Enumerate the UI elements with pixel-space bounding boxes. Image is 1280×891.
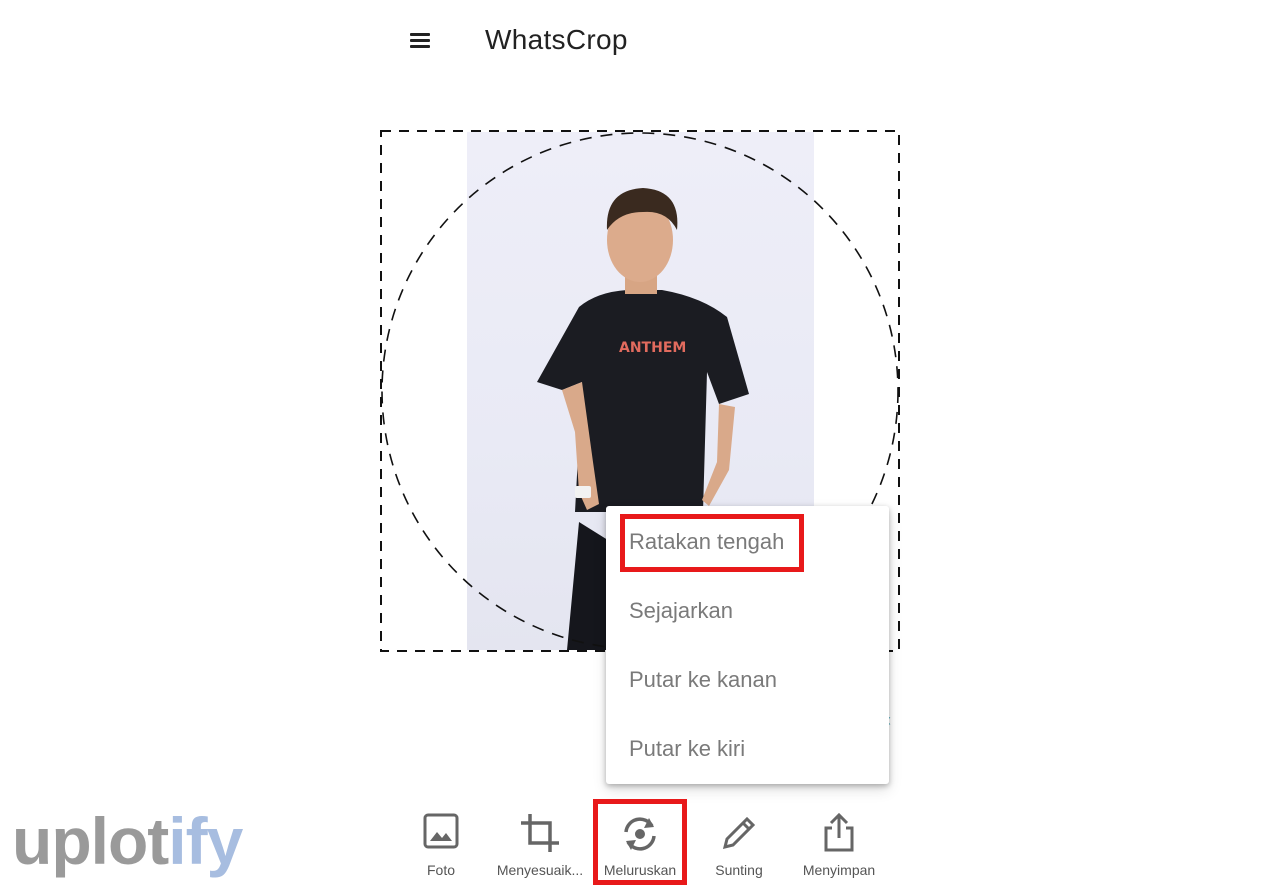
tool-save-button[interactable]: Menyimpan: [789, 806, 889, 886]
menu-item-rotate-right[interactable]: Putar ke kanan: [606, 646, 889, 714]
pencil-icon: [722, 816, 756, 850]
tool-photo-button[interactable]: Foto: [391, 806, 491, 886]
image-icon: [423, 813, 459, 849]
menu-item-center-align[interactable]: Ratakan tengah: [606, 508, 889, 576]
tool-adjust-button[interactable]: Menyesuaik...: [490, 806, 590, 886]
menu-item-align[interactable]: Sejajarkan: [606, 577, 889, 645]
share-icon: [824, 812, 854, 852]
app-title: WhatsCrop: [485, 24, 628, 55]
tool-edit-button[interactable]: Sunting: [689, 806, 789, 886]
uplotify-watermark: uplotify: [12, 804, 243, 878]
menu-item-rotate-left[interactable]: Putar ke kiri: [606, 715, 889, 783]
tool-straighten-button[interactable]: Meluruskan: [590, 806, 690, 886]
rotate-icon: [624, 817, 656, 851]
crop-icon: [521, 814, 559, 852]
hamburger-menu-icon[interactable]: [408, 28, 434, 54]
straighten-options-menu: Ratakan tengah Sejajarkan Putar ke kanan…: [606, 506, 889, 784]
